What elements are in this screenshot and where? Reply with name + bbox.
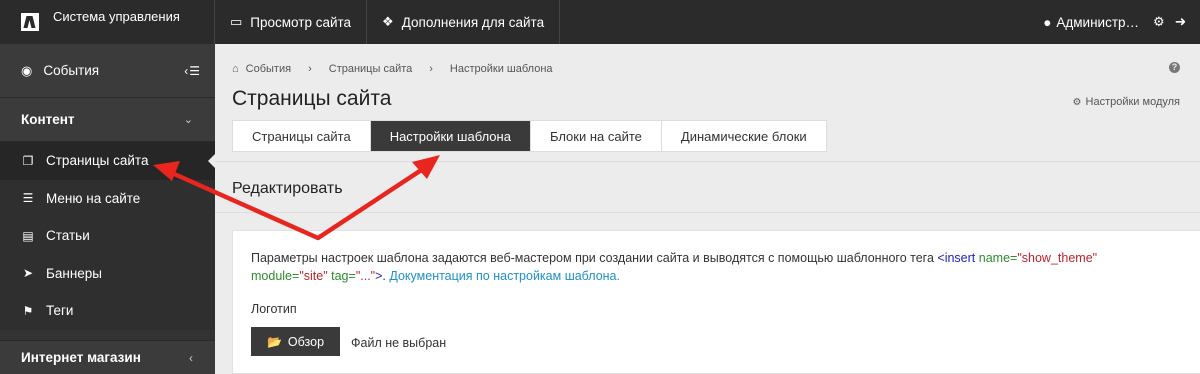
monitor-icon: ▭ [230, 14, 243, 29]
pages-icon: ❐ [22, 153, 34, 168]
brand-title: Система управления [53, 8, 180, 24]
home-icon: ⌂ [232, 63, 239, 75]
brand[interactable]: Система управления [0, 0, 215, 44]
tag-open: <insert [937, 251, 976, 265]
sidebar-section-content[interactable]: Контент ⌄ [0, 98, 215, 142]
browse-button[interactable]: 📂 Обзор [251, 327, 340, 356]
gear-icon[interactable]: ⚙ [1153, 14, 1165, 30]
documentation-link[interactable]: Документация по настройкам шаблона. [389, 269, 620, 283]
tag-attr-module: module= [251, 269, 300, 283]
breadcrumb-separator-icon: › [308, 63, 312, 75]
sidebar-item-label: Теги [46, 303, 74, 319]
module-settings-link[interactable]: ⚙ Настройки модуля [1073, 96, 1180, 108]
view-site-link[interactable]: ▭ Просмотр сайта [215, 0, 368, 44]
description-text: Параметры настроек шаблона задаются веб-… [251, 251, 938, 265]
logo-label: Логотип [251, 302, 297, 316]
help-icon[interactable]: ? [1169, 62, 1180, 73]
tab-dynamic-blocks[interactable]: Динамические блоки [662, 121, 826, 151]
folder-open-icon: 📂 [266, 334, 282, 349]
sidebar-item-menu[interactable]: ☰ Меню на сайте [0, 179, 215, 217]
tag-value-module: "site" [299, 269, 328, 283]
browse-button-label: Обзор [287, 334, 325, 349]
sidebar-item-label: Статьи [46, 228, 90, 244]
user-menu[interactable]: ● Администр… [1043, 15, 1139, 30]
sidebar-item-tags[interactable]: ⚑ Теги [0, 292, 215, 330]
breadcrumb-item-current: Настройки шаблона [449, 63, 553, 75]
tab-template-settings[interactable]: Настройки шаблона [370, 121, 531, 151]
chevron-left-icon: ‹ [189, 350, 193, 365]
sidebar-events-label: События [43, 63, 100, 78]
panel-header: Редактировать [215, 161, 1200, 213]
rocket-icon: ➤ [22, 266, 34, 281]
file-status: Файл не выбран [351, 336, 447, 350]
tag-value-tag: "..." [355, 269, 376, 283]
sidebar-item-label: Меню на сайте [46, 190, 141, 206]
site-addons-link[interactable]: ❖ Дополнения для сайта [367, 0, 561, 44]
settings-panel: Параметры настроек шаблона задаются веб-… [232, 230, 1200, 374]
sidebar-item-label: Страницы сайта [46, 153, 149, 169]
breadcrumb-item[interactable]: События [246, 63, 291, 75]
sidebar: ◉ События ‹☰ Контент ⌄ ❐ Страницы сайта … [0, 44, 216, 374]
sidebar-section-label: Контент [21, 112, 75, 127]
logout-icon[interactable]: ➜ [1175, 14, 1186, 30]
chevron-down-icon: ⌄ [183, 114, 193, 126]
tab-site-blocks[interactable]: Блоки на сайте [531, 121, 662, 151]
user-name: Администр… [1056, 14, 1140, 30]
cubes-icon: ❖ [382, 14, 394, 29]
tab-site-pages[interactable]: Страницы сайта [233, 121, 371, 151]
top-right-tools: ● Администр… ⚙ ➜ [1043, 14, 1200, 30]
article-icon: ▤ [22, 228, 34, 243]
tag-attr-tag: tag= [331, 269, 356, 283]
tab-bar: Страницы сайта Настройки шаблона Блоки н… [232, 120, 827, 152]
panel-heading: Редактировать [232, 180, 343, 197]
sidebar-item-events[interactable]: ◉ События ‹☰ [0, 44, 215, 98]
site-addons-label: Дополнения для сайта [401, 14, 545, 30]
sidebar-item-banners[interactable]: ➤ Баннеры [0, 254, 215, 292]
template-description: Параметры настроек шаблона задаются веб-… [251, 251, 1098, 283]
breadcrumb-item[interactable]: Страницы сайта [329, 63, 413, 75]
sidebar-collapse-icon[interactable]: ‹☰ [184, 64, 201, 78]
brand-logo-icon [21, 13, 39, 31]
sidebar-item-pages[interactable]: ❐ Страницы сайта [0, 142, 216, 180]
page-title: Страницы сайта [232, 87, 392, 110]
breadcrumb-separator-icon: › [429, 63, 433, 75]
sidebar-item-label: Баннеры [46, 265, 102, 281]
view-site-label: Просмотр сайта [250, 14, 352, 30]
sidebar-section2-label: Интернет магазин [21, 350, 141, 365]
top-nav: ▭ Просмотр сайта ❖ Дополнения для сайта [215, 0, 561, 44]
breadcrumb: ⌂ События › Страницы сайта › Настройки ш… [232, 63, 553, 75]
sidebar-section-shop[interactable]: Интернет магазин ‹ [0, 340, 215, 374]
dashboard-icon: ◉ [21, 62, 33, 78]
tag-attr-name: name= [978, 251, 1018, 265]
tag-close: > [375, 269, 383, 283]
gear-icon: ⚙ [1072, 96, 1082, 108]
list-icon: ☰ [22, 191, 34, 206]
tag-icon: ⚑ [22, 303, 34, 318]
user-icon: ● [1043, 14, 1052, 30]
tag-value-name: "show_theme" [1017, 251, 1098, 265]
main-content: ⌂ События › Страницы сайта › Настройки ш… [215, 44, 1200, 374]
top-bar: Система управления ▭ Просмотр сайта ❖ До… [0, 0, 1200, 44]
sidebar-item-articles[interactable]: ▤ Статьи [0, 217, 215, 255]
module-settings-label: Настройки модуля [1085, 96, 1180, 108]
